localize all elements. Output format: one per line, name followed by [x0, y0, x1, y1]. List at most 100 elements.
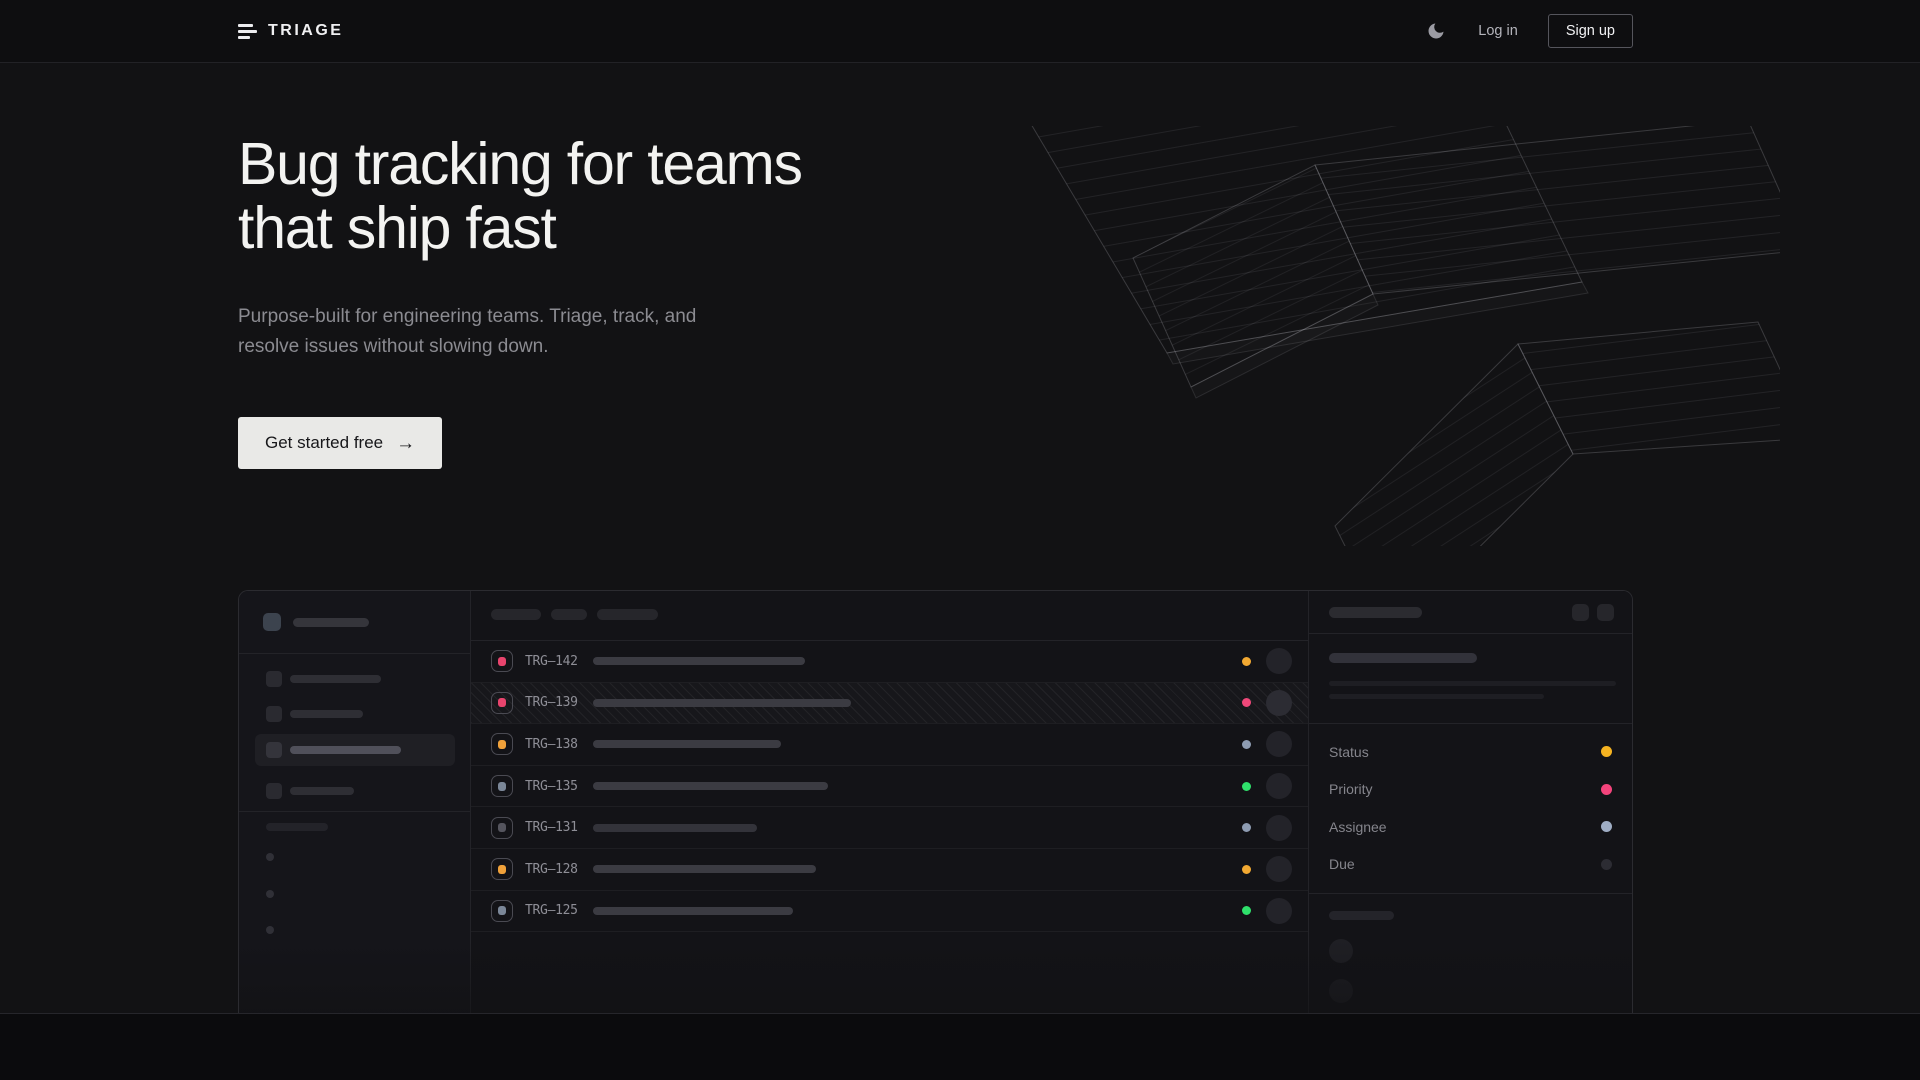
divider	[1309, 893, 1632, 894]
divider	[1309, 723, 1632, 724]
placeholder-bar	[290, 710, 363, 718]
issue-detail-panel: Status Priority Assignee Due	[1308, 591, 1632, 1076]
comment-avatar-placeholder	[1329, 979, 1353, 1003]
issue-type-icon	[491, 650, 513, 672]
issue-title-placeholder	[593, 740, 781, 748]
issue-title-placeholder	[593, 782, 828, 790]
avatar	[1266, 648, 1292, 674]
field-row-assignee[interactable]: Assignee	[1309, 808, 1632, 845]
signup-button[interactable]: Sign up	[1548, 14, 1633, 48]
moon-icon	[1426, 21, 1446, 41]
placeholder-bar	[290, 746, 401, 754]
field-label: Assignee	[1329, 819, 1387, 835]
hero-title-line2: that ship fast	[238, 196, 1633, 260]
avatar	[1266, 898, 1292, 924]
issue-title-placeholder	[593, 699, 851, 707]
divider	[239, 653, 471, 654]
issue-type-icon	[491, 733, 513, 755]
filter-pill-placeholder[interactable]	[597, 609, 658, 620]
brand-name: TRIAGE	[268, 22, 343, 40]
brand-logo[interactable]: TRIAGE	[238, 22, 343, 40]
hero-title: Bug tracking for teams that ship fast	[238, 132, 1633, 260]
issue-row[interactable]: TRG–138	[471, 724, 1308, 766]
get-started-button[interactable]: Get started free →	[238, 417, 442, 469]
issue-title-placeholder	[1329, 653, 1477, 663]
comment-avatar-placeholder	[1329, 939, 1353, 963]
issue-row[interactable]: TRG–125	[471, 891, 1308, 933]
get-started-label: Get started free	[265, 433, 383, 453]
issue-type-icon	[491, 692, 513, 714]
sidebar-section-placeholder	[266, 823, 328, 831]
issue-title-placeholder	[593, 657, 805, 665]
sidebar-nav-icon-placeholder	[266, 742, 282, 758]
sidebar-nav-icon-placeholder[interactable]	[266, 706, 282, 722]
panel-action-button[interactable]	[1597, 604, 1614, 621]
issue-row[interactable]: TRG–128	[471, 849, 1308, 891]
app-mockup: TRG–142 TRG–139 TRG–138	[238, 590, 1633, 1076]
comments-label-placeholder	[1329, 911, 1394, 920]
divider	[239, 811, 471, 812]
avatar	[1266, 731, 1292, 757]
issue-title-placeholder	[593, 824, 757, 832]
sidebar-dot-placeholder	[266, 890, 274, 898]
placeholder-bar	[293, 618, 369, 627]
status-value-dot	[1601, 746, 1612, 757]
issue-title-placeholder	[593, 865, 816, 873]
sidebar-nav-icon-placeholder[interactable]	[266, 671, 282, 687]
issue-list: TRG–142 TRG–139 TRG–138	[471, 591, 1308, 1076]
hero-title-line1: Bug tracking for teams	[238, 132, 1633, 196]
due-value-dot	[1601, 859, 1612, 870]
issue-type-icon	[491, 775, 513, 797]
issue-list-header	[471, 591, 1308, 641]
field-row-due[interactable]: Due	[1309, 846, 1632, 883]
issue-id: TRG–135	[525, 779, 583, 794]
status-dot	[1242, 698, 1251, 707]
issue-row[interactable]: TRG–131	[471, 807, 1308, 849]
mockup-sidebar	[239, 591, 471, 1076]
field-row-status[interactable]: Status	[1309, 733, 1632, 770]
status-dot	[1242, 823, 1251, 832]
issue-row[interactable]: TRG–142	[471, 641, 1308, 683]
issue-id: TRG–138	[525, 737, 583, 752]
avatar	[1266, 773, 1292, 799]
issue-type-icon	[491, 900, 513, 922]
description-line-placeholder	[1329, 681, 1616, 686]
assignee-value-dot	[1601, 821, 1612, 832]
divider	[1309, 633, 1632, 634]
issue-id: TRG–131	[525, 820, 583, 835]
theme-toggle-button[interactable]	[1424, 19, 1448, 43]
priority-value-dot	[1601, 784, 1612, 795]
placeholder-bar	[290, 675, 381, 683]
sidebar-dot-placeholder	[266, 853, 274, 861]
arrow-right-icon: →	[396, 434, 415, 453]
panel-action-button[interactable]	[1572, 604, 1589, 621]
issue-type-icon	[491, 858, 513, 880]
issue-id: TRG–142	[525, 654, 583, 669]
issue-row[interactable]: TRG–135	[471, 766, 1308, 808]
issue-id: TRG–139	[525, 695, 583, 710]
field-label: Priority	[1329, 781, 1373, 797]
issue-id: TRG–128	[525, 862, 583, 877]
login-link[interactable]: Log in	[1478, 23, 1518, 39]
status-dot	[1242, 657, 1251, 666]
mockup-logo-placeholder	[263, 613, 281, 631]
issue-id: TRG–125	[525, 903, 583, 918]
avatar	[1266, 815, 1292, 841]
sidebar-dot-placeholder	[266, 926, 274, 934]
status-dot	[1242, 865, 1251, 874]
filter-pill-placeholder[interactable]	[491, 609, 541, 620]
issue-row-selected[interactable]: TRG–139	[471, 683, 1308, 725]
sidebar-nav-icon-placeholder[interactable]	[266, 783, 282, 799]
field-row-priority[interactable]: Priority	[1309, 771, 1632, 808]
issue-title-placeholder	[593, 907, 793, 915]
avatar	[1266, 690, 1292, 716]
navbar: TRIAGE Log in Sign up	[0, 0, 1920, 63]
hero-subtitle: Purpose-built for engineering teams. Tri…	[238, 302, 708, 362]
description-line-placeholder	[1329, 694, 1544, 699]
filter-pill-placeholder[interactable]	[551, 609, 587, 620]
panel-title-placeholder	[1329, 607, 1422, 618]
field-label: Due	[1329, 856, 1355, 872]
status-dot	[1242, 782, 1251, 791]
issue-type-icon	[491, 817, 513, 839]
footer-band	[0, 1013, 1920, 1080]
